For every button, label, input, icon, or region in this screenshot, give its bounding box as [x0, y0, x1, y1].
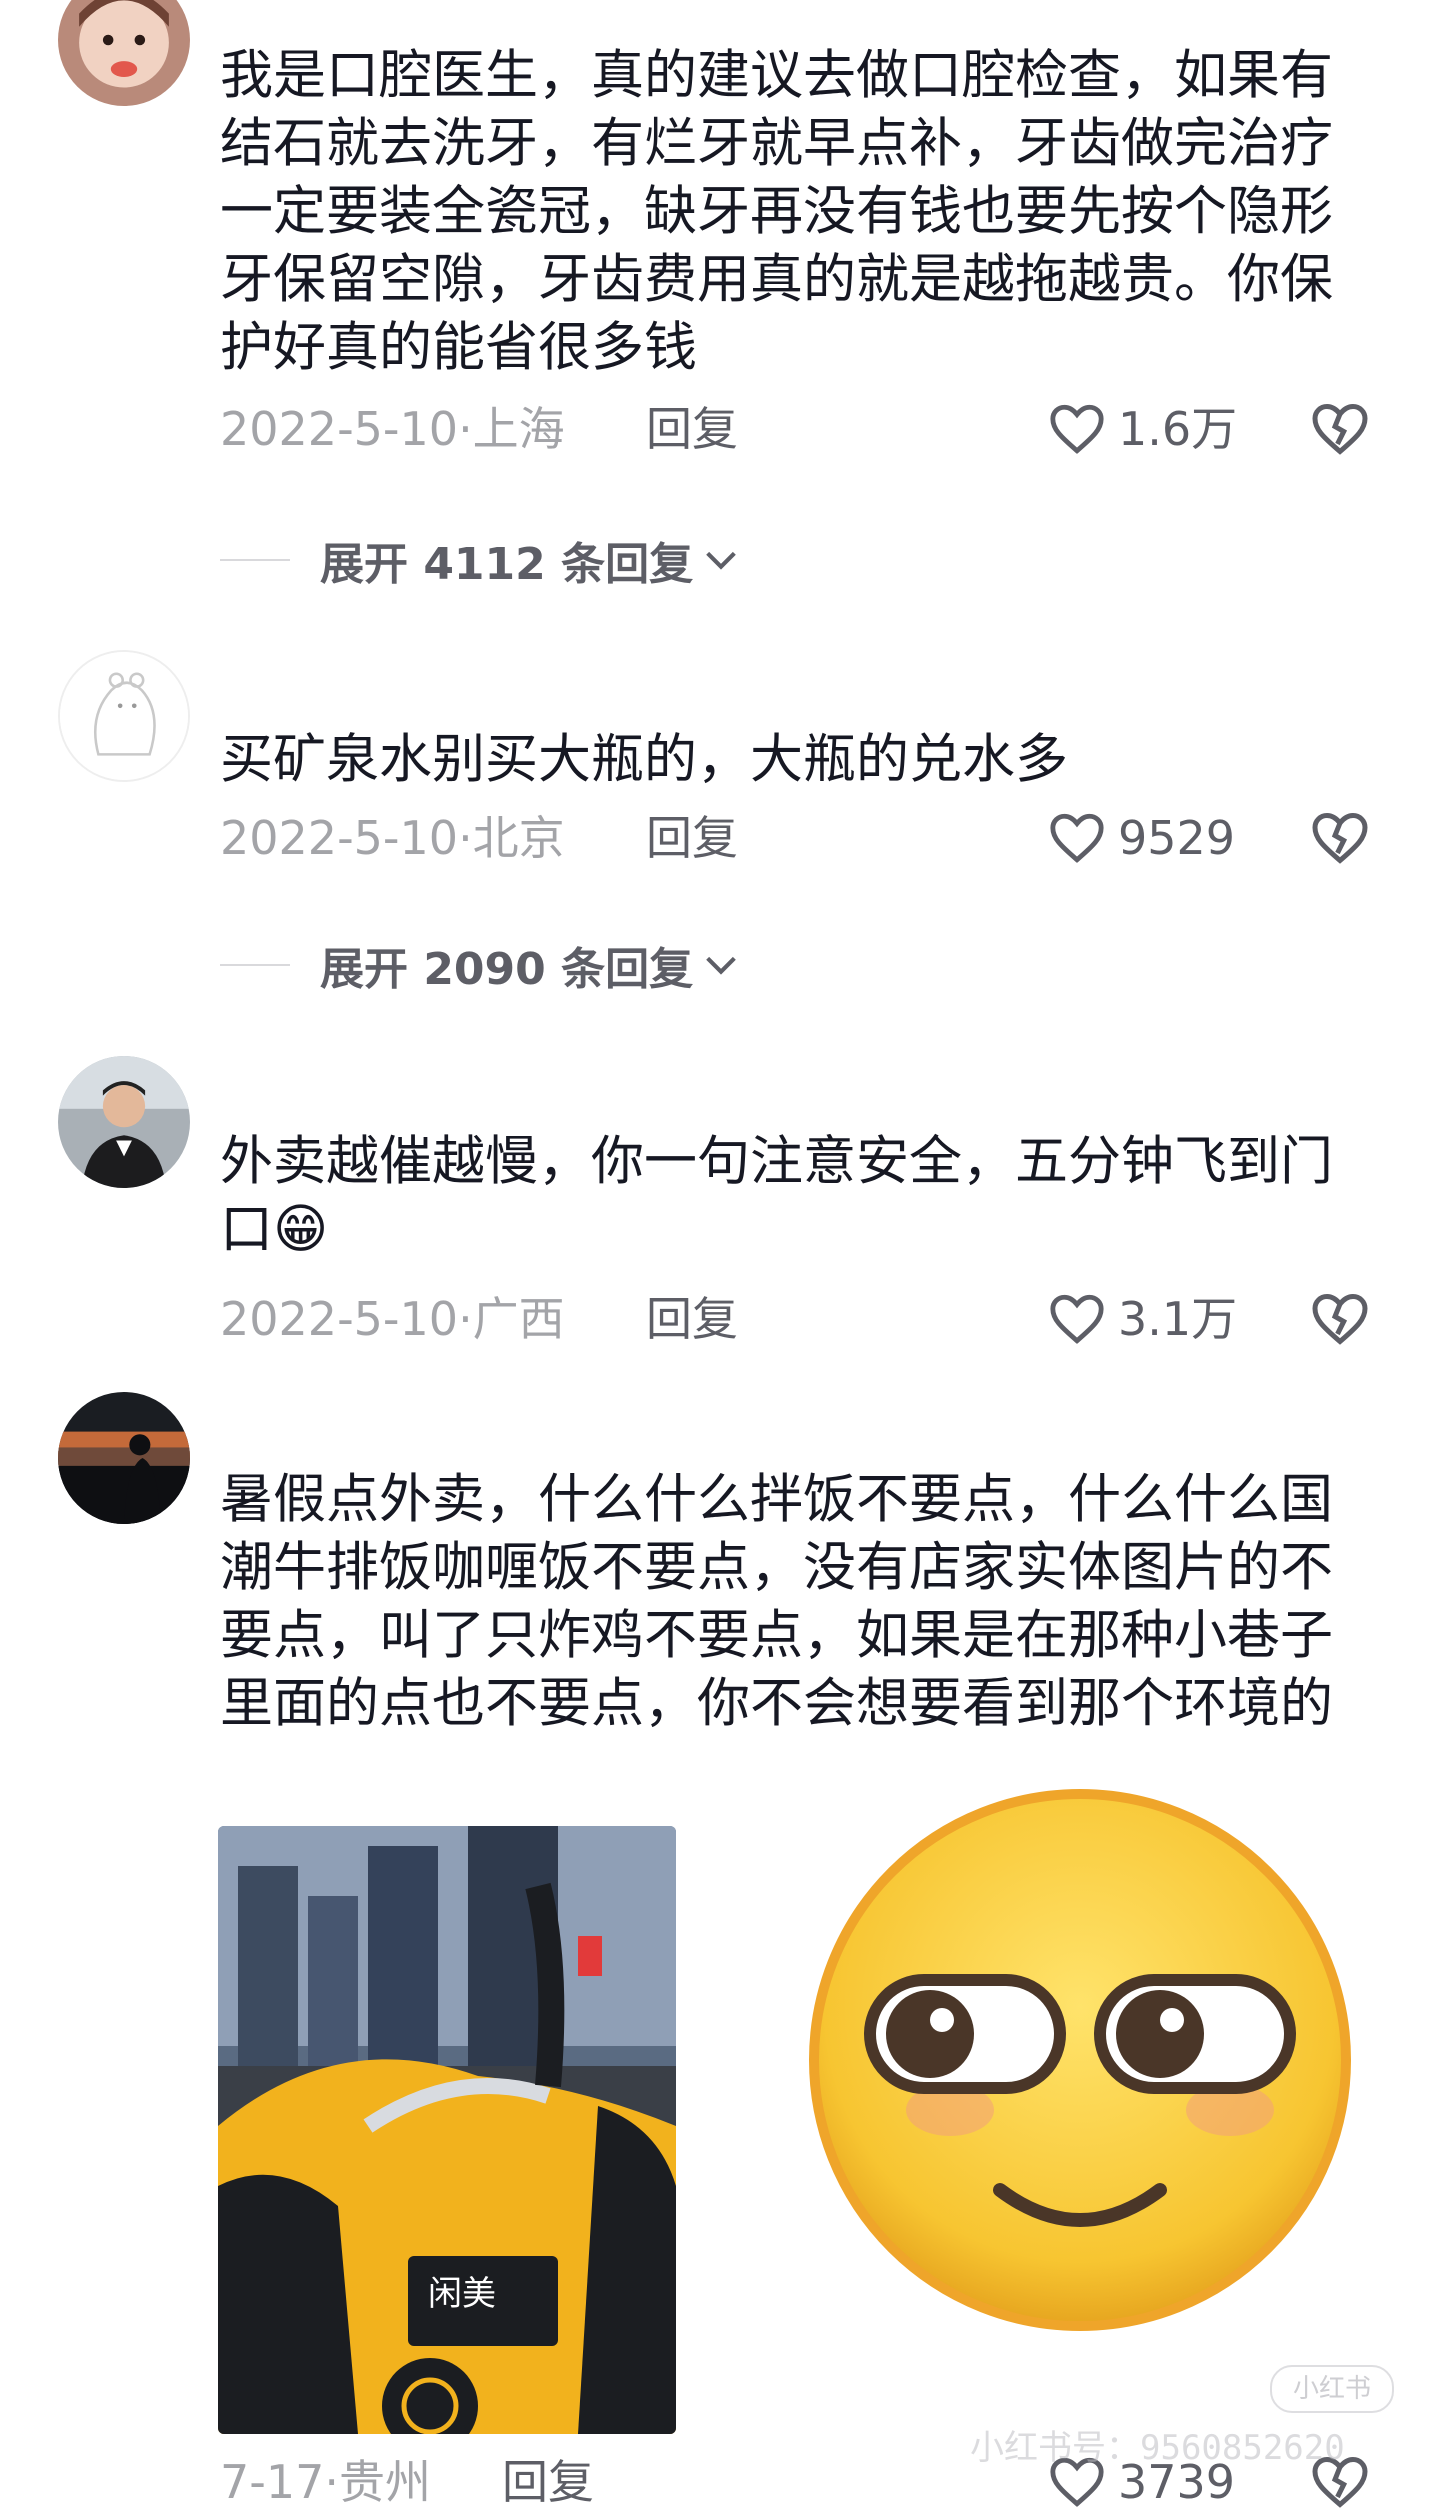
photo-logo-text: 闲美	[428, 2274, 496, 2314]
reply-button[interactable]: 回复	[646, 1285, 738, 1353]
chevron-down-icon	[706, 956, 736, 975]
reply-button[interactable]: 回复	[646, 395, 738, 463]
avatar[interactable]	[58, 1056, 190, 1188]
comment-meta: 2022-5-10·上海 回复 1.6万	[220, 395, 1400, 463]
comment-date: 2022-5-10·北京	[220, 811, 565, 865]
comment-date: 2022-5-10·广西	[220, 1292, 565, 1346]
like-button[interactable]: 3.1万	[1048, 1285, 1237, 1353]
broken-heart-icon[interactable]	[1310, 1289, 1370, 1349]
avatar[interactable]	[58, 0, 190, 106]
like-button[interactable]: 1.6万	[1048, 395, 1237, 463]
smiling-face-sticker-icon	[809, 1789, 1351, 2331]
like-button[interactable]: 9529	[1048, 804, 1235, 872]
chevron-down-icon	[706, 551, 736, 570]
reply-button[interactable]: 回复	[646, 804, 738, 872]
heart-outline-icon	[1050, 813, 1104, 863]
like-count: 1.6万	[1118, 402, 1238, 456]
reply-button[interactable]: 回复	[502, 2448, 594, 2516]
watermark-badge: 小红书	[1270, 2365, 1394, 2413]
comment-text: 买矿泉水别买大瓶的，大瓶的兑水多	[220, 729, 1068, 790]
comment-photo[interactable]: 闲美	[218, 1826, 676, 2434]
watermark-text: 小红书号：9560852620	[970, 2428, 1345, 2468]
broken-heart-icon[interactable]	[1310, 808, 1370, 868]
comment-date: 2022-5-10·上海	[220, 402, 565, 456]
comment-text: 暑假点外卖，什么什么拌饭不要点，什么什么国潮牛排饭咖喱饭不要点，没有店家实体图片…	[220, 1469, 1333, 1734]
expand-replies-label: 展开 4112 条回复	[320, 539, 694, 590]
avatar[interactable]	[58, 1392, 190, 1524]
expand-replies-button[interactable]: 展开 4112 条回复	[220, 530, 741, 590]
heart-outline-icon	[1050, 1294, 1104, 1344]
divider	[220, 964, 290, 966]
broken-heart-icon[interactable]	[1310, 399, 1370, 459]
divider	[220, 559, 290, 561]
like-count: 9529	[1118, 811, 1236, 865]
comment-meta: 2022-5-10·北京 回复 9529	[220, 804, 1400, 872]
comment-meta: 2022-5-10·广西 回复 3.1万	[220, 1285, 1400, 1353]
like-count: 3.1万	[1118, 1292, 1238, 1346]
expand-replies-label: 展开 2090 条回复	[320, 944, 694, 995]
avatar[interactable]	[58, 650, 190, 782]
comment-text: 我是口腔医生，真的建议去做口腔检查，如果有结石就去洗牙，有烂牙就早点补，牙齿做完…	[220, 45, 1333, 378]
heart-outline-icon	[1050, 404, 1104, 454]
expand-replies-button[interactable]: 展开 2090 条回复	[220, 935, 741, 995]
comment-date: 7-17·贵州	[220, 2455, 432, 2509]
comment-text: 外卖越催越慢，你一句注意安全，五分钟飞到门口😁	[220, 1131, 1333, 1260]
